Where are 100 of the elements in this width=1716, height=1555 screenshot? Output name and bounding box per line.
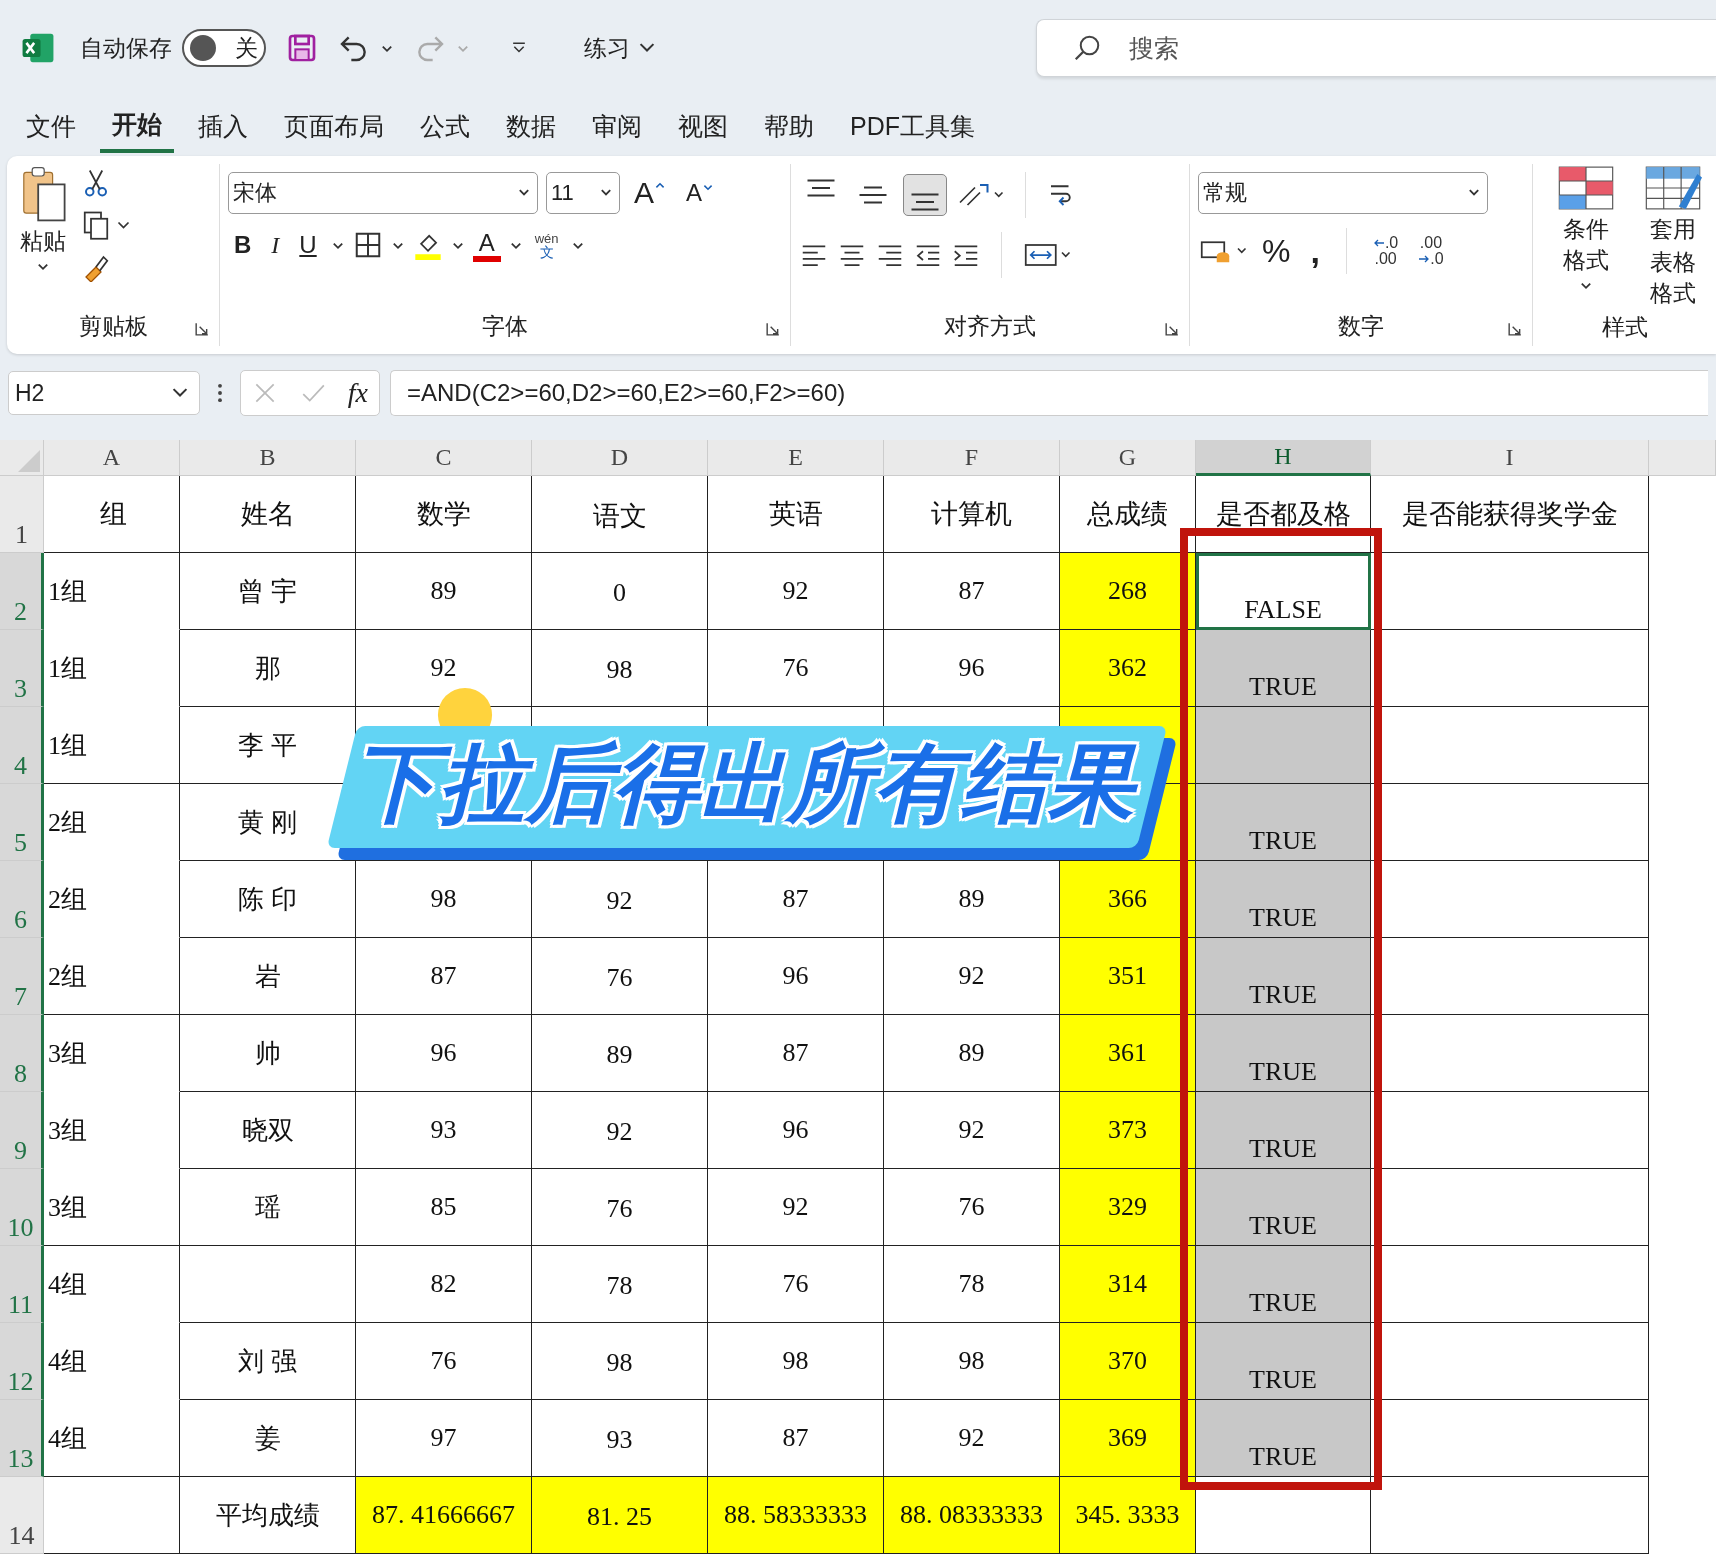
- selected-cell[interactable]: TRUE: [1196, 938, 1371, 1015]
- ribbon-tab[interactable]: 帮助: [752, 101, 826, 151]
- font-size-dropdown[interactable]: 11: [546, 172, 620, 214]
- paste-button[interactable]: 粘贴: [15, 164, 71, 306]
- lines-icon: [910, 193, 940, 211]
- ribbon-tab[interactable]: 开始: [100, 99, 174, 153]
- table-cell: 351: [1060, 938, 1196, 1015]
- table-cell: 4组: [44, 1246, 180, 1323]
- table-cell: 345. 3333: [1060, 1477, 1196, 1554]
- row-header[interactable]: 4: [0, 707, 44, 784]
- selected-cell[interactable]: TRUE: [1196, 1400, 1371, 1477]
- phonetic-guide-button[interactable]: wén 文: [530, 231, 563, 259]
- selected-cell[interactable]: TRUE: [1196, 861, 1371, 938]
- column-header[interactable]: E: [708, 440, 884, 476]
- search-field[interactable]: 搜索: [1036, 19, 1716, 77]
- font-name-dropdown[interactable]: 宋体: [228, 172, 538, 214]
- underline-button[interactable]: U: [293, 229, 323, 261]
- insert-function-button[interactable]: fx: [347, 377, 368, 409]
- table-cell: 87: [708, 1015, 884, 1092]
- selected-cell[interactable]: TRUE: [1196, 1323, 1371, 1400]
- row-header[interactable]: 8: [0, 1015, 44, 1092]
- selected-cell[interactable]: TRUE: [1196, 784, 1371, 861]
- table-cell: 92: [532, 1092, 708, 1169]
- table-cell: 370: [1060, 1323, 1196, 1400]
- dialog-launcher-icon[interactable]: [1165, 322, 1179, 336]
- column-header[interactable]: I: [1371, 440, 1649, 476]
- more-icon[interactable]: [216, 381, 224, 405]
- table-cell: 4组: [44, 1400, 180, 1477]
- dialog-launcher-icon[interactable]: [1508, 322, 1522, 336]
- customize-icon[interactable]: [510, 41, 528, 55]
- ribbon-tab[interactable]: 插入: [186, 101, 260, 151]
- autosave-toggle[interactable]: 关: [182, 29, 266, 67]
- row-header[interactable]: 10: [0, 1169, 44, 1246]
- number-format-dropdown[interactable]: 常规: [1198, 172, 1488, 214]
- row-header[interactable]: 2: [0, 553, 44, 630]
- column-header[interactable]: A: [44, 440, 180, 476]
- name-box[interactable]: H2: [8, 371, 200, 415]
- row-header[interactable]: 11: [0, 1246, 44, 1323]
- row-header[interactable]: 14: [0, 1477, 44, 1554]
- column-header[interactable]: F: [884, 440, 1060, 476]
- row-header[interactable]: 12: [0, 1323, 44, 1400]
- table-cell: 98: [532, 1323, 708, 1400]
- row-header[interactable]: 5: [0, 784, 44, 861]
- ribbon-tab[interactable]: PDF工具集: [838, 101, 987, 151]
- row-header[interactable]: 13: [0, 1400, 44, 1477]
- format-as-table-button[interactable]: 套用 表格格式: [1631, 164, 1708, 309]
- column-header[interactable]: G: [1060, 440, 1196, 476]
- ribbon-tab[interactable]: 数据: [494, 101, 568, 151]
- table-cell: 1组: [44, 630, 180, 707]
- copy-icon[interactable]: [81, 210, 131, 240]
- save-icon[interactable]: [286, 32, 318, 64]
- group-title: 字体: [482, 311, 528, 341]
- column-header[interactable]: H: [1196, 440, 1371, 476]
- selected-cell[interactable]: TRUE: [1196, 1246, 1371, 1323]
- shrink-font-button[interactable]: A: [680, 177, 721, 209]
- conditional-formatting-button[interactable]: 条件格式: [1551, 164, 1622, 309]
- table-cell: 0: [532, 553, 708, 630]
- row-header[interactable]: 6: [0, 861, 44, 938]
- selected-cell[interactable]: [1196, 707, 1371, 784]
- table-cell: 96: [708, 938, 884, 1015]
- dialog-launcher-icon[interactable]: [195, 322, 209, 336]
- table-cell: 晓双: [180, 1092, 356, 1169]
- ribbon-tab[interactable]: 公式: [408, 101, 482, 151]
- table-cell: 362: [1060, 630, 1196, 707]
- file-name-button[interactable]: 练习: [578, 31, 662, 65]
- bold-button[interactable]: B: [228, 229, 258, 261]
- grow-font-button[interactable]: A: [628, 174, 672, 212]
- row-header[interactable]: 3: [0, 630, 44, 707]
- comma-style-button[interactable]: ,: [1304, 229, 1326, 273]
- table-cell: 刘 强: [180, 1323, 356, 1400]
- row-header[interactable]: 1: [0, 476, 44, 553]
- increase-decimal-button[interactable]: .0 .00: [1366, 235, 1405, 267]
- arrow-icon: [1418, 254, 1431, 264]
- table-cell: 98: [708, 1323, 884, 1400]
- table-brush-icon: [1643, 164, 1702, 212]
- decrease-decimal-button[interactable]: .00 .0: [1412, 235, 1450, 267]
- table-cell: 268: [1060, 553, 1196, 630]
- selected-cell[interactable]: TRUE: [1196, 1015, 1371, 1092]
- bottom-align-button[interactable]: [903, 174, 947, 216]
- selected-cell[interactable]: TRUE: [1196, 630, 1371, 707]
- ribbon-tab[interactable]: 文件: [14, 101, 88, 151]
- column-header[interactable]: D: [532, 440, 708, 476]
- selected-cell[interactable]: TRUE: [1196, 1169, 1371, 1246]
- column-header[interactable]: C: [356, 440, 532, 476]
- italic-button[interactable]: I: [265, 229, 286, 261]
- table-cell: 92: [708, 553, 884, 630]
- selected-cell[interactable]: TRUE: [1196, 1092, 1371, 1169]
- ribbon-tab[interactable]: 视图: [666, 101, 740, 151]
- font-color-button[interactable]: A: [472, 228, 501, 262]
- active-cell[interactable]: FALSE: [1196, 553, 1371, 630]
- formula-field[interactable]: =AND(C2>=60,D2>=60,E2>=60,F2>=60): [390, 370, 1708, 416]
- row-header[interactable]: 7: [0, 938, 44, 1015]
- column-header[interactable]: B: [180, 440, 356, 476]
- table-cell: 89: [532, 1015, 708, 1092]
- row-header[interactable]: 9: [0, 1092, 44, 1169]
- ribbon-tab[interactable]: 页面布局: [272, 101, 396, 151]
- percent-button[interactable]: %: [1256, 230, 1297, 272]
- table-cell: 曾 宇: [180, 553, 356, 630]
- dialog-launcher-icon[interactable]: [766, 322, 780, 336]
- ribbon-tab[interactable]: 审阅: [580, 101, 654, 151]
